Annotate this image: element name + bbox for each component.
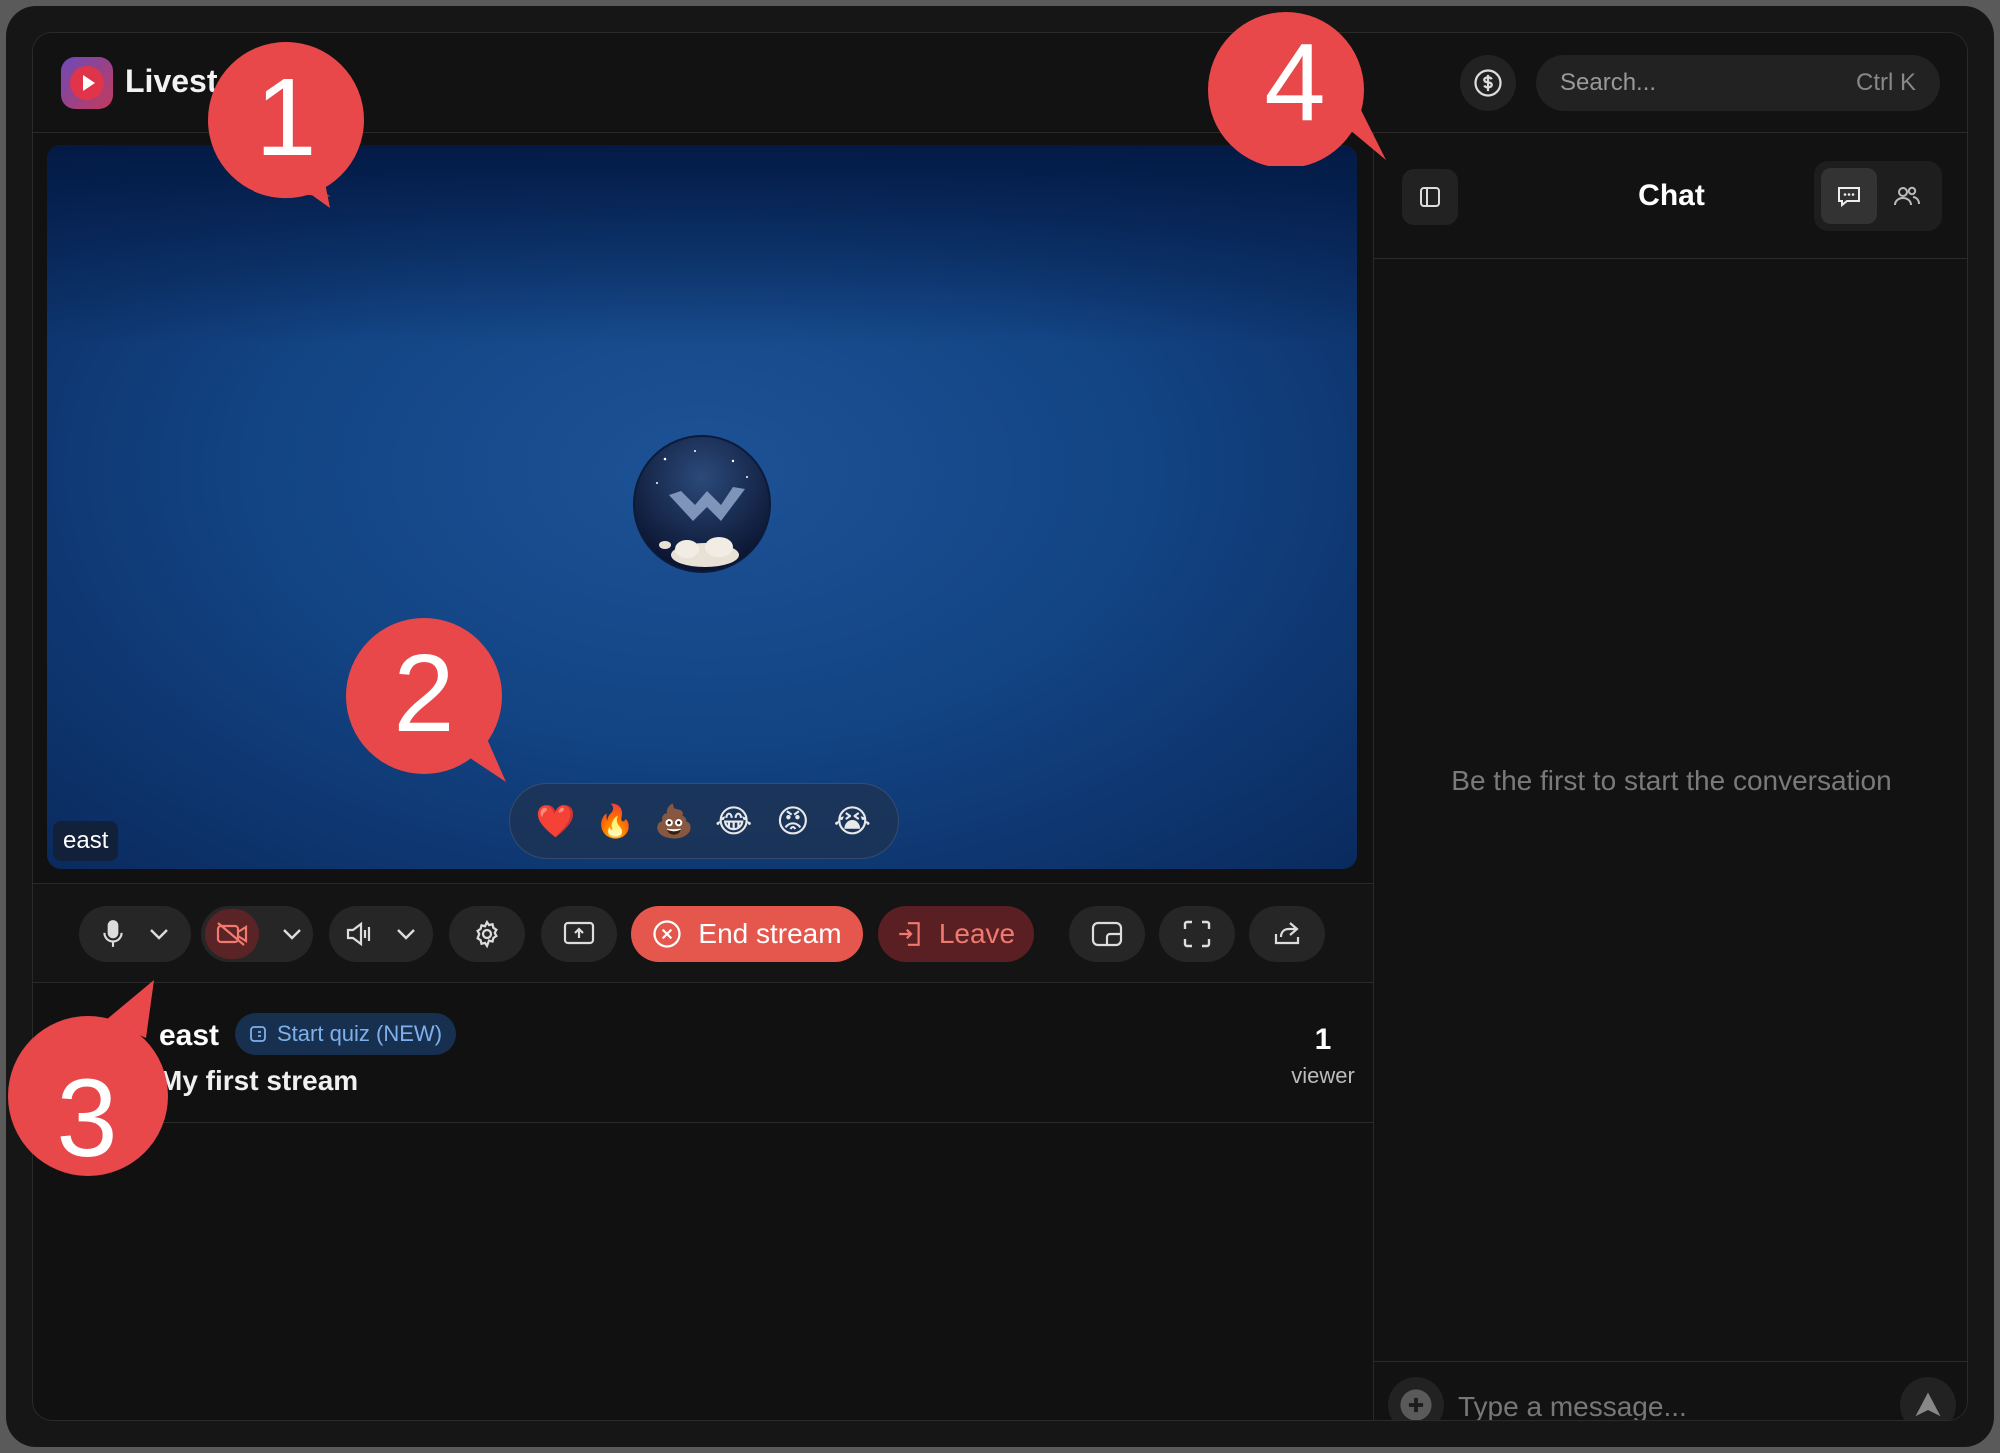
camera-off-icon: [216, 922, 248, 946]
viewer-number: 1: [1314, 1023, 1332, 1056]
share-button[interactable]: [1249, 906, 1325, 962]
send-arrow-icon: [1915, 1392, 1941, 1417]
stream-info: east Start quiz (NEW) My first stream 1 …: [33, 983, 1373, 1123]
start-quiz-button[interactable]: Start quiz (NEW): [235, 1013, 457, 1055]
chat-panel: Chat Be the first to start the conversat…: [1373, 133, 1967, 1420]
gear-icon: [476, 919, 498, 949]
plus-circle-icon: [1400, 1389, 1432, 1420]
fullscreen-button[interactable]: [1159, 906, 1235, 962]
video-stage[interactable]: east ❤️ 🔥 💩 😂 😡 😭: [47, 145, 1357, 869]
microphone-icon: [103, 920, 123, 947]
search-input[interactable]: [1560, 69, 1820, 97]
app-logo-icon[interactable]: [61, 57, 113, 109]
app-window: Livest Ctrl K east ❤️ 🔥 💩 😂 😡 😭: [32, 32, 1968, 1421]
end-stream-label: End stream: [698, 918, 842, 949]
callout-3: 3: [8, 970, 174, 1186]
reaction-bar: ❤️ 🔥 💩 😂 😡 😭: [509, 783, 899, 859]
message-input[interactable]: [1458, 1387, 1878, 1420]
callout-2: 2: [344, 616, 516, 782]
search-box[interactable]: Ctrl K: [1536, 55, 1940, 111]
toggle-panel-button[interactable]: [1402, 169, 1458, 225]
laughing-reaction-icon[interactable]: 😂: [714, 801, 754, 841]
end-stream-button[interactable]: End stream: [631, 906, 863, 962]
dollar-coin-icon: [1474, 69, 1502, 97]
currency-button[interactable]: [1460, 55, 1516, 111]
users-icon: [1894, 186, 1920, 206]
share-icon: [1274, 922, 1300, 945]
callout-1: 1: [202, 38, 370, 208]
start-quiz-label: Start quiz (NEW): [277, 1021, 443, 1046]
angry-reaction-icon[interactable]: 😡: [773, 801, 813, 841]
fullscreen-icon: [1183, 920, 1211, 948]
screen-share-button[interactable]: [541, 906, 617, 962]
speaker-control[interactable]: [329, 906, 433, 962]
streamer-avatar: [633, 435, 771, 573]
screen-share-icon: [563, 921, 595, 945]
microphone-control[interactable]: [79, 906, 191, 962]
close-circle-icon: [653, 920, 682, 948]
chevron-down-icon[interactable]: [281, 927, 303, 941]
camera-control[interactable]: [201, 906, 313, 962]
participant-name-tag: east: [53, 821, 119, 861]
sidebar-panel-icon: [1420, 187, 1440, 207]
chevron-down-icon[interactable]: [395, 927, 417, 941]
viewer-label: viewer: [1291, 1063, 1355, 1088]
heart-reaction-icon[interactable]: ❤️: [536, 801, 576, 841]
picture-in-picture-icon: [1091, 921, 1123, 947]
tab-chat[interactable]: [1821, 168, 1877, 224]
chat-tabs: [1814, 161, 1942, 231]
settings-button[interactable]: [449, 906, 525, 962]
search-shortcut: Ctrl K: [1856, 69, 1916, 96]
quiz-icon: [250, 1026, 266, 1042]
tab-participants[interactable]: [1879, 168, 1935, 224]
chat-header: Chat: [1374, 133, 1967, 259]
camera-off-button[interactable]: [205, 909, 259, 959]
call-controls: End stream Leave: [33, 883, 1373, 983]
speaker-icon: [346, 921, 371, 947]
picture-in-picture-button[interactable]: [1069, 906, 1145, 962]
chevron-down-icon[interactable]: [148, 927, 170, 941]
chat-bubble-icon: [1838, 187, 1860, 208]
callout-4: 4: [1206, 10, 1392, 166]
viewer-count: 1 viewer: [1273, 1023, 1373, 1089]
leave-label: Leave: [938, 918, 1016, 949]
stream-title: My first stream: [159, 1065, 359, 1096]
chat-empty-state: Be the first to start the conversation: [1451, 765, 1892, 796]
crying-reaction-icon[interactable]: 😭: [832, 801, 872, 841]
poop-reaction-icon[interactable]: 💩: [654, 801, 694, 841]
fire-reaction-icon[interactable]: 🔥: [595, 801, 635, 841]
exit-door-icon: [899, 922, 920, 946]
leave-button[interactable]: Leave: [878, 906, 1034, 962]
